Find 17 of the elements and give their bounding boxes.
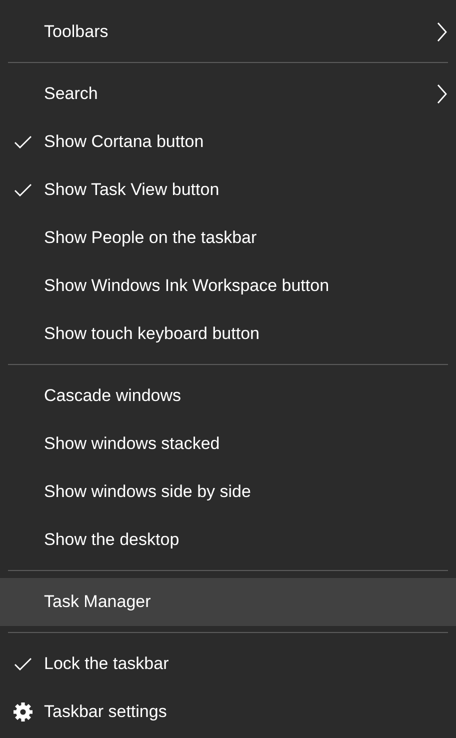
menu-item[interactable]: Show Task View button <box>0 166 456 214</box>
menu-item[interactable]: Search <box>0 70 456 118</box>
menu-item[interactable]: Cascade windows <box>0 372 456 420</box>
menu-item[interactable]: Task Manager <box>0 578 456 626</box>
menu-item[interactable]: Toolbars <box>0 8 456 56</box>
menu-item[interactable]: Lock the taskbar <box>0 640 456 688</box>
chevron-right-icon <box>437 84 447 104</box>
menu-item[interactable]: Show windows side by side <box>0 468 456 516</box>
chevron-right-icon <box>437 22 447 42</box>
menu-item[interactable]: Show Cortana button <box>0 118 456 166</box>
menu-item[interactable]: Show People on the taskbar <box>0 214 456 262</box>
settings-icon <box>13 702 33 722</box>
menu-item[interactable]: Show Windows Ink Workspace button <box>0 262 456 310</box>
menu-item[interactable]: Show the desktop <box>0 516 456 564</box>
menu-item[interactable]: Taskbar settings <box>0 688 456 736</box>
menu-item[interactable]: Show windows stacked <box>0 420 456 468</box>
menu-item[interactable]: Show touch keyboard button <box>0 310 456 358</box>
